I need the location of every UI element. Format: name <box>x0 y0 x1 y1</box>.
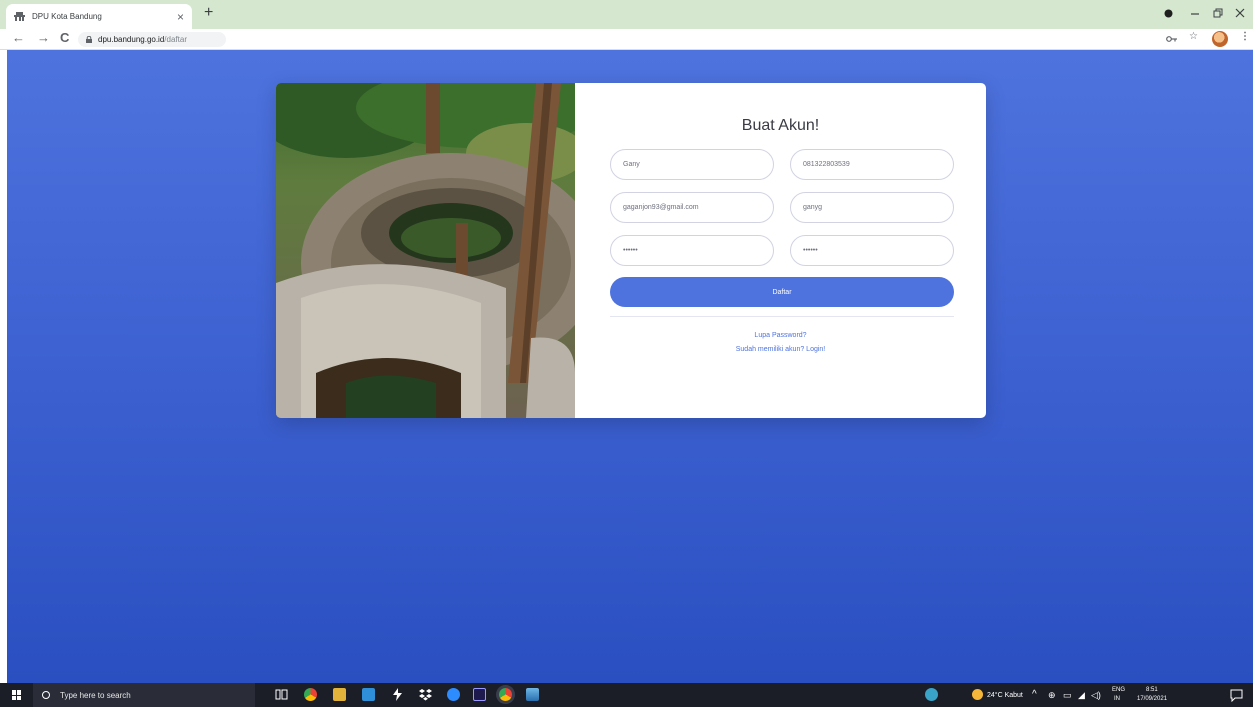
close-window-icon[interactable] <box>1235 8 1245 18</box>
register-button[interactable]: Daftar <box>610 277 954 307</box>
site-favicon-icon <box>14 12 25 21</box>
forward-icon[interactable]: → <box>37 31 50 44</box>
premiere-pro-icon[interactable] <box>473 688 486 701</box>
search-placeholder: Type here to search <box>60 690 131 700</box>
chrome-icon[interactable] <box>304 688 317 701</box>
menu-kebab-icon[interactable]: ⋮ <box>1240 32 1250 42</box>
dropbox-icon[interactable] <box>419 688 432 701</box>
search-icon <box>42 691 50 699</box>
chrome-active-icon[interactable] <box>499 688 512 701</box>
language-region[interactable]: IN <box>1114 696 1120 702</box>
profile-avatar[interactable] <box>1212 31 1228 47</box>
username-input[interactable]: ganyg <box>790 192 954 223</box>
weather-text[interactable]: 24°C Kabut <box>987 692 1023 699</box>
tray-app-icon[interactable]: ⊕ <box>1048 691 1056 700</box>
forgot-password-link[interactable]: Lupa Password? <box>575 332 986 339</box>
clock-date[interactable]: 17/09/2021 <box>1137 696 1167 702</box>
photos-icon[interactable] <box>526 688 539 701</box>
bookmark-star-icon[interactable]: ☆ <box>1189 32 1198 42</box>
register-form: Buat Akun! Gany 081322803539 gaganjon93@… <box>575 83 986 418</box>
garden-well-photo <box>276 83 575 418</box>
register-card: Buat Akun! Gany 081322803539 gaganjon93@… <box>276 83 986 418</box>
browser-tab[interactable]: DPU Kota Bandung × <box>6 4 192 29</box>
tab-close-icon[interactable]: × <box>177 11 184 23</box>
notifications-icon[interactable] <box>1230 689 1243 702</box>
first-name-input[interactable]: Gany <box>610 149 774 180</box>
weather-sun-icon <box>972 689 983 700</box>
show-hidden-icons-icon[interactable]: ^ <box>1032 690 1037 700</box>
windows-start-icon[interactable] <box>12 690 22 700</box>
form-title: Buat Akun! <box>741 117 820 134</box>
new-tab-icon[interactable]: + <box>204 5 213 21</box>
repeat-password-input[interactable]: •••••• <box>790 235 954 266</box>
url-path: /daftar <box>164 35 187 44</box>
minimize-icon[interactable] <box>1190 9 1200 19</box>
recording-indicator-icon[interactable] <box>1163 8 1174 19</box>
tab-title: DPU Kota Bandung <box>32 12 102 21</box>
clock-time[interactable]: 8:51 <box>1146 687 1158 693</box>
lock-icon <box>86 36 92 43</box>
reload-icon[interactable]: C <box>60 31 69 44</box>
restore-icon[interactable] <box>1213 8 1223 18</box>
zoom-icon[interactable] <box>447 688 460 701</box>
form-divider <box>610 316 954 317</box>
browser-toolbar: ← → C dpu.bandung.go.id/daftar ☆ ⋮ <box>0 29 1253 50</box>
mail-icon[interactable] <box>362 688 375 701</box>
password-key-icon[interactable] <box>1166 35 1178 43</box>
login-link[interactable]: Sudah memiliki akun? Login! <box>575 346 986 353</box>
password-input[interactable]: •••••• <box>610 235 774 266</box>
url-host: dpu.bandung.go.id <box>98 35 165 44</box>
back-icon[interactable]: ← <box>12 31 25 44</box>
address-bar[interactable]: dpu.bandung.go.id/daftar <box>78 32 226 47</box>
email-input[interactable]: gaganjon93@gmail.com <box>610 192 774 223</box>
battery-icon[interactable]: ▭ <box>1063 691 1072 700</box>
language-code[interactable]: ENG <box>1112 687 1125 693</box>
phone-input[interactable]: 081322803539 <box>790 149 954 180</box>
browser-tab-strip: DPU Kota Bandung × + <box>0 0 1253 29</box>
windows-taskbar: Type here to search 24°C Kabut ^ ⊕ ▭ ◢ ◁… <box>0 683 1253 707</box>
task-view-icon[interactable] <box>275 688 288 701</box>
file-explorer-icon[interactable] <box>333 688 346 701</box>
lightning-app-icon[interactable] <box>391 688 404 701</box>
volume-icon[interactable]: ◁) <box>1091 691 1101 700</box>
help-assistant-icon[interactable] <box>925 688 938 701</box>
taskbar-search[interactable]: Type here to search <box>33 683 255 707</box>
network-icon[interactable]: ◢ <box>1078 691 1085 700</box>
